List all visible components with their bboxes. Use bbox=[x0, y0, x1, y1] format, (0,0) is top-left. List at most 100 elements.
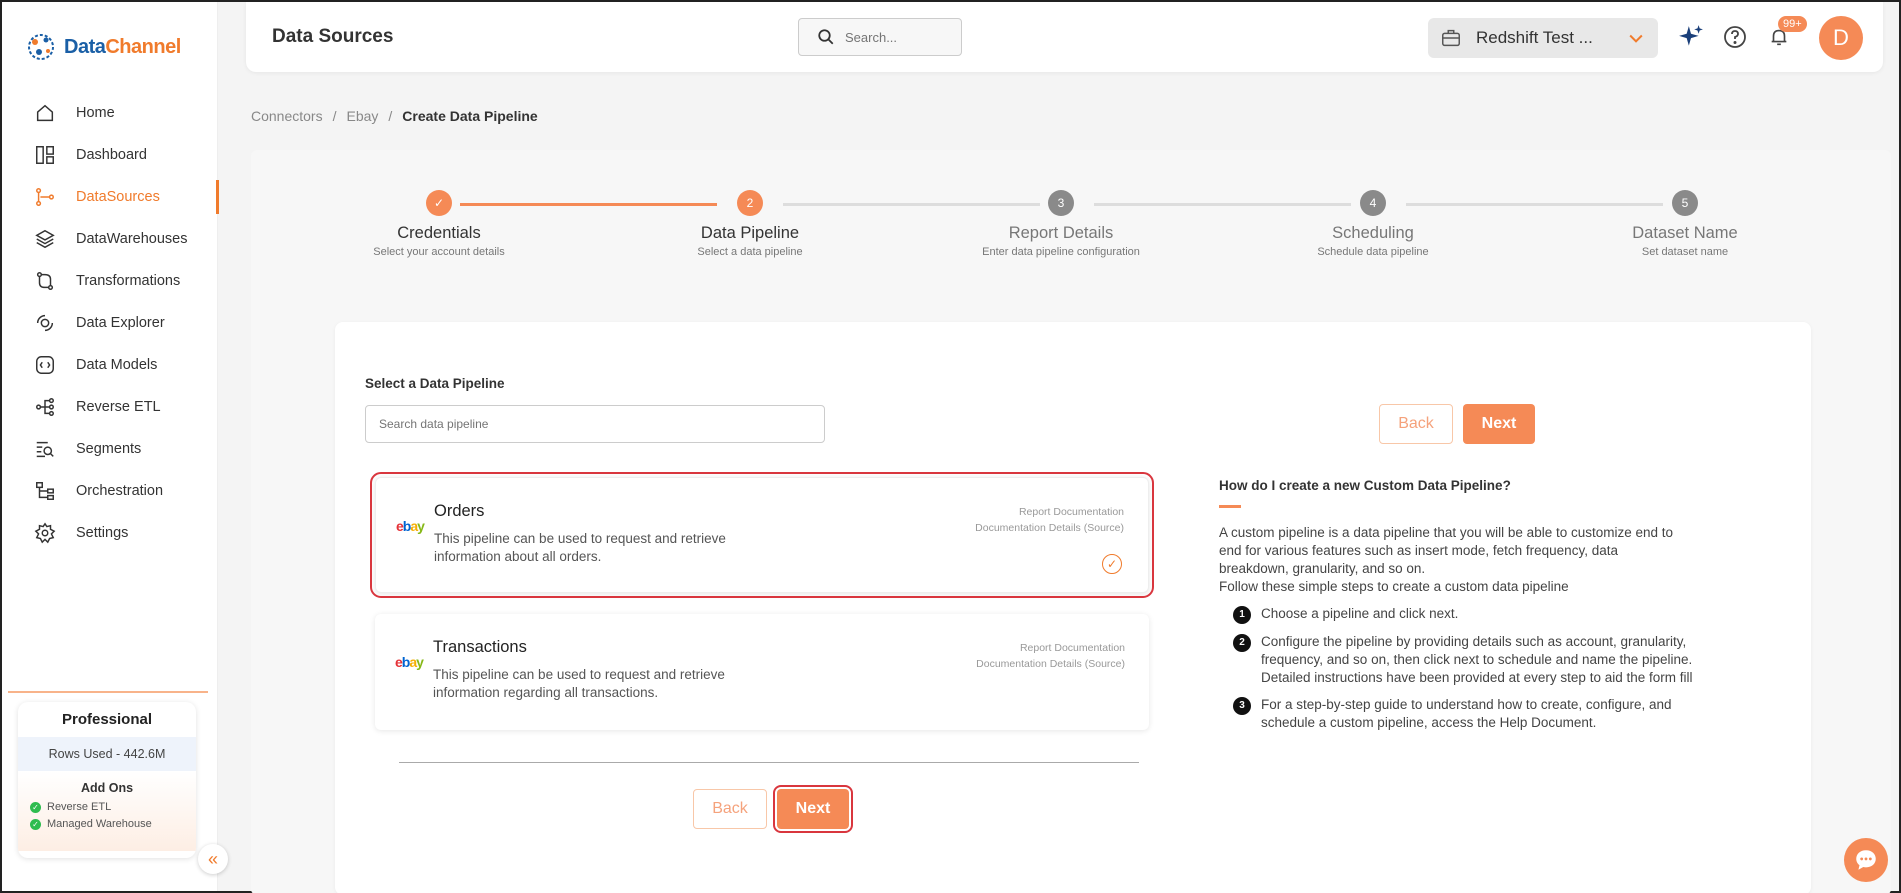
breadcrumb: Connectors / Ebay / Create Data Pipeline bbox=[251, 108, 538, 124]
main-nav: Home Dashboard DataSources DataWarehouse… bbox=[2, 92, 219, 554]
orchestration-icon bbox=[36, 482, 54, 500]
select-pipeline-label: Select a Data Pipeline bbox=[365, 376, 505, 391]
selected-check-icon: ✓ bbox=[1102, 554, 1122, 574]
chevron-down-icon bbox=[1629, 34, 1643, 43]
pipeline-doc-links: Report Documentation Documentation Detai… bbox=[975, 504, 1124, 536]
step-number-badge: 1 bbox=[1233, 606, 1251, 624]
help-title: How do I create a new Custom Data Pipeli… bbox=[1219, 478, 1511, 493]
data-explorer-icon bbox=[36, 314, 54, 332]
accent-bar bbox=[1219, 505, 1241, 508]
breadcrumb-current: Create Data Pipeline bbox=[402, 108, 538, 124]
segments-icon bbox=[36, 441, 54, 458]
pipeline-name: Orders bbox=[434, 502, 485, 520]
addon-item: ✓ Reverse ETL bbox=[30, 801, 184, 813]
nav-item-data-explorer[interactable]: Data Explorer bbox=[2, 302, 218, 344]
sidebar: DataChannel Home Dashboard DataSources D… bbox=[2, 2, 228, 891]
plan-divider bbox=[8, 691, 208, 693]
plan-card: Professional Rows Used - 442.6M Add Ons … bbox=[18, 702, 196, 858]
nav-item-dashboard[interactable]: Dashboard bbox=[2, 134, 218, 176]
pipeline-doc-links: Report Documentation Documentation Detai… bbox=[976, 640, 1125, 672]
global-search[interactable] bbox=[798, 18, 962, 56]
breadcrumb-ebay[interactable]: Ebay bbox=[346, 108, 378, 124]
step-scheduling[interactable]: 4 Scheduling Schedule data pipeline bbox=[1243, 190, 1503, 258]
page-title: Data Sources bbox=[272, 26, 394, 47]
step-number-badge: 3 bbox=[1233, 697, 1251, 715]
next-button[interactable]: Next bbox=[773, 785, 853, 833]
reverse-etl-icon bbox=[36, 398, 54, 416]
check-circle-icon: ✓ bbox=[30, 801, 41, 813]
double-chevron-left-icon: « bbox=[207, 848, 218, 869]
transformations-icon bbox=[36, 272, 54, 290]
addon-item: ✓ Managed Warehouse bbox=[30, 818, 184, 830]
rows-used: Rows Used - 442.6M bbox=[18, 737, 196, 771]
nav-item-datasources[interactable]: DataSources bbox=[2, 176, 219, 218]
step-number: 4 bbox=[1360, 190, 1386, 216]
data-models-icon bbox=[36, 356, 54, 374]
step-report-details[interactable]: 3 Report Details Enter data pipeline con… bbox=[931, 190, 1191, 258]
gear-icon bbox=[34, 522, 56, 544]
nav-item-home[interactable]: Home bbox=[2, 92, 218, 134]
nav-item-reverse-etl[interactable]: Reverse ETL bbox=[2, 386, 218, 428]
nav-item-transformations[interactable]: Transformations bbox=[2, 260, 218, 302]
pipeline-selection-card: Select a Data Pipeline Back Next ebay Or… bbox=[335, 322, 1811, 893]
nav-item-settings[interactable]: Settings bbox=[2, 512, 218, 554]
addons-title: Add Ons bbox=[80, 781, 134, 795]
help-step: 3 For a step-by-step guide to understand… bbox=[1219, 696, 1699, 732]
step-number-badge: 2 bbox=[1233, 634, 1251, 652]
create-pipeline-panel: ✓ Credentials Select your account detail… bbox=[251, 150, 1891, 893]
datasources-icon bbox=[36, 188, 54, 206]
step-number: 5 bbox=[1672, 190, 1698, 216]
briefcase-icon bbox=[1442, 29, 1460, 47]
brand-logo[interactable]: DataChannel bbox=[24, 30, 181, 64]
help-step: 1 Choose a pipeline and click next. bbox=[1219, 605, 1699, 624]
nav-item-data-models[interactable]: Data Models bbox=[2, 344, 218, 386]
pipeline-search-input[interactable] bbox=[365, 405, 825, 443]
home-icon bbox=[36, 104, 54, 122]
step-dataset-name[interactable]: 5 Dataset Name Set dataset name bbox=[1555, 190, 1815, 258]
datawarehouses-icon bbox=[35, 229, 55, 249]
check-icon: ✓ bbox=[426, 190, 452, 216]
back-button-top[interactable]: Back bbox=[1379, 404, 1453, 444]
chat-support-button[interactable] bbox=[1844, 838, 1888, 882]
documentation-details-link[interactable]: Documentation Details (Source) bbox=[975, 520, 1124, 536]
help-intro: A custom pipeline is a data pipeline tha… bbox=[1219, 525, 1674, 594]
help-panel: How do I create a new Custom Data Pipeli… bbox=[1219, 478, 1699, 732]
brand-name: DataChannel bbox=[64, 35, 181, 58]
chat-bubble-icon bbox=[1856, 850, 1876, 870]
nav-item-datawarehouses[interactable]: DataWarehouses bbox=[2, 218, 218, 260]
ai-sparkle-button[interactable] bbox=[1678, 24, 1704, 50]
pipeline-description: This pipeline can be used to request and… bbox=[434, 531, 726, 564]
question-circle-icon bbox=[1724, 26, 1746, 48]
dashboard-icon bbox=[36, 146, 54, 164]
report-documentation-link[interactable]: Report Documentation bbox=[975, 504, 1124, 520]
user-avatar[interactable]: D bbox=[1819, 16, 1863, 60]
stepper: ✓ Credentials Select your account detail… bbox=[251, 190, 1891, 270]
workspace-selector[interactable]: Redshift Test ... bbox=[1428, 18, 1658, 58]
documentation-details-link[interactable]: Documentation Details (Source) bbox=[976, 656, 1125, 672]
workspace-name: Redshift Test ... bbox=[1476, 28, 1593, 47]
breadcrumb-connectors[interactable]: Connectors bbox=[251, 108, 323, 124]
plan-title: Professional bbox=[61, 711, 153, 728]
next-button-top[interactable]: Next bbox=[1463, 404, 1535, 444]
global-search-input[interactable] bbox=[845, 29, 945, 45]
nav-item-segments[interactable]: Segments bbox=[2, 428, 218, 470]
sparkle-icon bbox=[1679, 25, 1703, 46]
step-number: 3 bbox=[1048, 190, 1074, 216]
collapse-sidebar-button[interactable]: « bbox=[198, 844, 228, 874]
nav-item-orchestration[interactable]: Orchestration bbox=[2, 470, 218, 512]
pipeline-option-transactions[interactable]: ebay Transactions This pipeline can be u… bbox=[375, 614, 1149, 730]
check-circle-icon: ✓ bbox=[30, 818, 41, 830]
ebay-logo: ebay bbox=[395, 654, 424, 670]
addons-section: Add Ons ✓ Reverse ETL ✓ Managed Warehouse bbox=[18, 771, 196, 851]
notification-count-badge: 99+ bbox=[1778, 16, 1807, 32]
step-data-pipeline[interactable]: 2 Data Pipeline Select a data pipeline bbox=[620, 190, 880, 258]
pipeline-option-orders[interactable]: ebay Orders This pipeline can be used to… bbox=[370, 472, 1154, 598]
back-button[interactable]: Back bbox=[693, 789, 767, 829]
step-number: 2 bbox=[737, 190, 763, 216]
divider bbox=[399, 762, 1139, 763]
help-button[interactable] bbox=[1722, 24, 1748, 50]
report-documentation-link[interactable]: Report Documentation bbox=[976, 640, 1125, 656]
top-bar: Data Sources Redshift Test ... 99+ D bbox=[246, 2, 1883, 72]
step-credentials[interactable]: ✓ Credentials Select your account detail… bbox=[309, 190, 569, 258]
search-icon bbox=[818, 29, 834, 45]
